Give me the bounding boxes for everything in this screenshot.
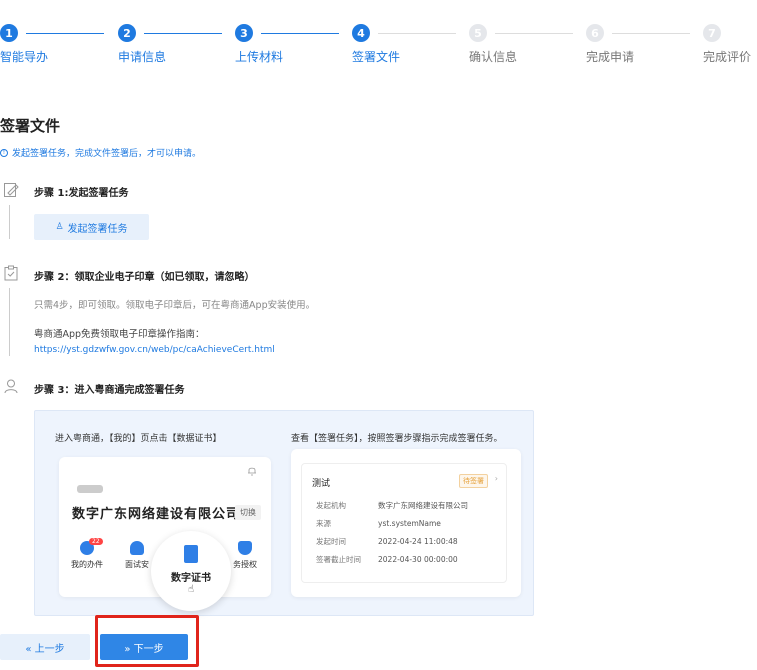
app-label: 面试安 — [125, 560, 149, 569]
notice: ! 发起签署任务，完成文件签署后，才可以申请。 — [0, 146, 201, 159]
step3-title: 步骤 3：进入粤商通完成签署任务 — [34, 385, 185, 396]
chevron-right-icon: › — [494, 474, 498, 483]
row-value: 2022-04-24 11:00:48 — [378, 537, 458, 546]
step-2[interactable]: 2 申请信息 — [118, 24, 228, 65]
right-caption: 查看【签署任务】，按照签署步骤指示完成签署任务。 — [291, 434, 503, 444]
shield-icon — [238, 541, 252, 555]
step-label: 申请信息 — [118, 50, 167, 64]
row-key: 来源 — [316, 519, 331, 528]
company-name: 数字广东网络建设有限公司 — [72, 507, 241, 522]
step-number: 1 — [0, 24, 18, 42]
magnifier-highlight: 数字证书 ☝ — [151, 531, 231, 611]
step-label: 上传材料 — [235, 50, 284, 64]
step-number: 7 — [703, 24, 721, 42]
step-number: 3 — [235, 24, 253, 42]
app-mockup-my-page: 数字广东网络建设有限公司 切换 22 我的办件 面试安 务授权 数字证书 ☝ — [59, 457, 271, 611]
clipboard-check-icon — [4, 265, 18, 281]
pointer-hand-icon: ☝ — [187, 584, 195, 595]
guide-link[interactable]: https://yst.gdzwfw.gov.cn/web/pc/caAchie… — [34, 345, 275, 355]
step-1[interactable]: 1 智能导办 — [0, 24, 110, 65]
row-key: 发起时间 — [316, 537, 346, 546]
step-label: 确认信息 — [469, 50, 518, 64]
highlight-frame — [95, 615, 199, 667]
step2-title: 步骤 2：领取企业电子印章（如已领取，请忽略） — [34, 272, 255, 283]
step-label: 完成评价 — [703, 50, 752, 64]
notice-text: 发起签署任务，完成文件签署后，才可以申请。 — [12, 149, 202, 159]
step-6: 6 完成申请 — [586, 24, 696, 65]
left-caption: 进入粤商通，【我的】页点击【数据证书】 — [55, 434, 222, 444]
row-key: 签署截止时间 — [316, 555, 361, 564]
task-row: 签署截止时间 2022-04-30 00:00:00 — [316, 554, 458, 565]
step-number: 6 — [586, 24, 604, 42]
app-label: 务授权 — [233, 560, 257, 569]
task-row: 发起机构 数字广东网络建设有限公司 — [316, 500, 468, 511]
bell-icon — [248, 467, 256, 476]
step-label: 智能导办 — [0, 50, 49, 64]
step-connector — [261, 33, 339, 34]
step-7: 7 完成评价 — [703, 24, 757, 65]
step2-guide-label: 粤商通App免费领取电子印章操作指南： — [34, 329, 205, 340]
timeline-line — [9, 288, 10, 356]
info-icon: ! — [0, 148, 8, 157]
switch-label: 切换 — [235, 505, 261, 520]
step-connector — [144, 33, 222, 34]
step-label: 签署文件 — [352, 50, 401, 64]
step-number: 5 — [469, 24, 487, 42]
row-value: 数字广东网络建设有限公司 — [378, 501, 468, 510]
certificate-icon — [184, 545, 198, 563]
step-4[interactable]: 4 签署文件 — [352, 24, 462, 65]
sign-task-mockup: 测试 待签署 › 发起机构 数字广东网络建设有限公司 来源 yst.systemNa… — [291, 449, 521, 597]
step-connector — [612, 33, 690, 34]
previous-step-button[interactable]: « 上一步 — [0, 634, 90, 660]
step2-description: 只需4步，即可领取。领取电子印章后，可在粤商通App安装使用。 — [34, 300, 316, 311]
row-value: 2022-04-30 00:00:00 — [378, 555, 458, 564]
task-title: 测试 — [312, 479, 331, 489]
step-5: 5 确认信息 — [469, 24, 579, 65]
step-3[interactable]: 3 上传材料 — [235, 24, 345, 65]
person-icon — [130, 541, 144, 555]
user-outline-icon — [4, 379, 18, 394]
app-item-authorization: 务授权 — [225, 541, 265, 570]
step-number: 4 — [352, 24, 370, 42]
sign-task-card: 测试 待签署 › 发起机构 数字广东网络建设有限公司 来源 yst.systemNa… — [301, 463, 507, 583]
step-connector — [495, 33, 573, 34]
magnifier-label: 数字证书 — [171, 573, 211, 584]
timeline-line — [9, 205, 10, 239]
step-connector — [26, 33, 104, 34]
row-value: yst.systemName — [378, 519, 441, 528]
app-label: 我的办件 — [71, 560, 103, 569]
status-badge: 待签署 — [459, 474, 488, 488]
step-number: 2 — [118, 24, 136, 42]
progress-stepper: 1 智能导办 2 申请信息 3 上传材料 4 签署文件 5 确认信息 6 完成申… — [0, 24, 757, 64]
task-row: 发起时间 2022-04-24 11:00:48 — [316, 536, 458, 547]
step-connector — [378, 33, 456, 34]
edit-icon — [4, 183, 19, 197]
start-sign-task-button[interactable]: ♙ 发起签署任务 — [34, 214, 149, 240]
task-row: 来源 yst.systemName — [316, 518, 441, 529]
start-sign-task-label: 发起签署任务 — [67, 223, 128, 235]
step-label: 完成申请 — [586, 50, 635, 64]
step1-title: 步骤 1:发起签署任务 — [34, 188, 129, 199]
instruction-illustration: 进入粤商通，【我的】页点击【数据证书】 查看【签署任务】，按照签署步骤指示完成签… — [34, 410, 534, 616]
blurred-text — [77, 485, 103, 493]
page-title: 签署文件 — [0, 117, 61, 135]
user-icon: ♙ — [55, 222, 64, 232]
row-key: 发起机构 — [316, 501, 346, 510]
app-item-my-cases: 22 我的办件 — [67, 538, 107, 570]
count-badge: 22 — [89, 538, 103, 545]
